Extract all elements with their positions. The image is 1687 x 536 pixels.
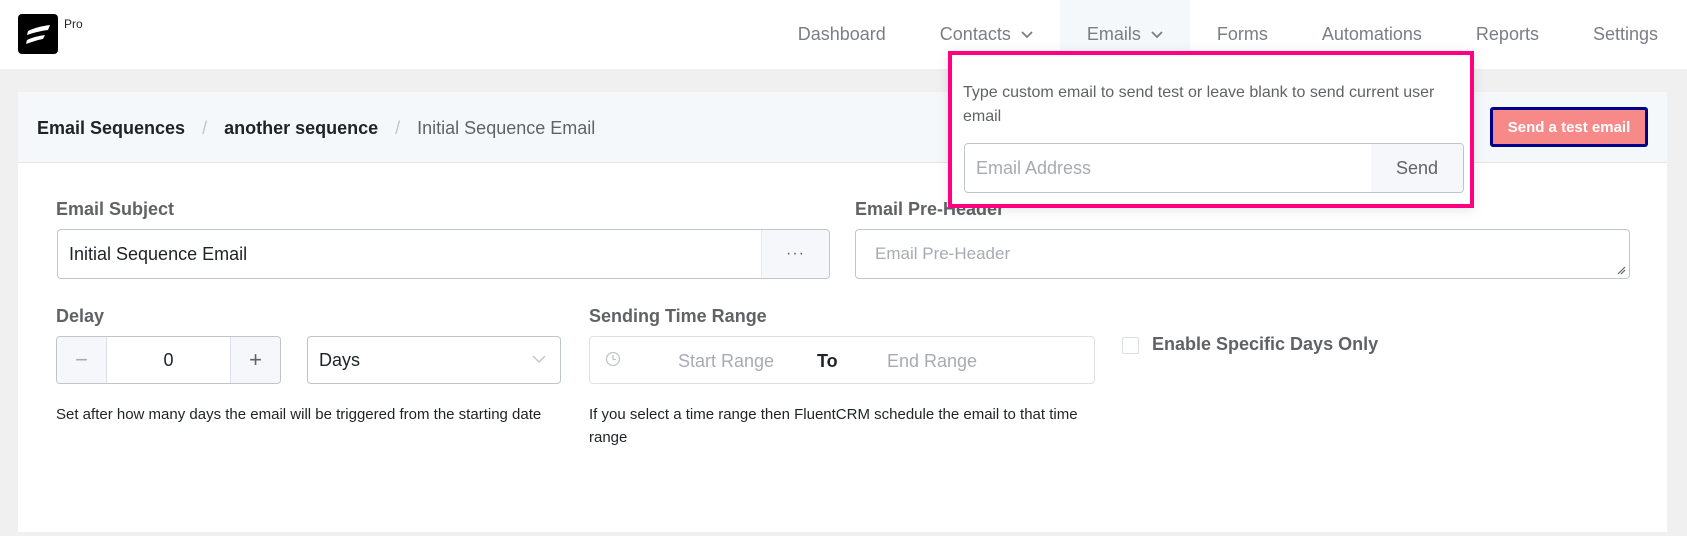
send-button[interactable]: Send [1371, 144, 1463, 192]
delay-value-input[interactable]: 0 [107, 350, 230, 371]
nav-dashboard[interactable]: Dashboard [771, 0, 913, 69]
resize-handle-icon[interactable] [1616, 265, 1626, 275]
time-range-help-text: If you select a time range then FluentCR… [589, 406, 1078, 446]
nav-label: Emails [1086, 24, 1141, 44]
breadcrumb-email-sequences[interactable]: Email Sequences [37, 118, 185, 139]
nav-settings[interactable]: Settings [1566, 0, 1687, 69]
clock-icon [605, 351, 621, 367]
chevron-down-icon [1151, 30, 1163, 38]
breadcrumb-separator: / [395, 118, 401, 138]
smartcode-more-button[interactable]: ··· [761, 230, 829, 278]
delay-stepper: − 0 + [56, 336, 281, 384]
email-subject-input[interactable]: Initial Sequence Email ··· [57, 229, 830, 279]
breadcrumb: Email Sequences / another sequence / Ini… [37, 118, 595, 139]
sending-time-range-label: Sending Time Range [589, 306, 767, 326]
chevron-down-icon [1021, 30, 1033, 38]
logo-icon [26, 25, 50, 44]
email-preheader-textarea[interactable]: Email Pre-Header [855, 229, 1630, 279]
nav-label: Settings [1592, 24, 1658, 44]
test-email-input[interactable] [965, 144, 1370, 192]
decrement-button[interactable]: − [57, 337, 107, 383]
delay-unit-select[interactable]: Days [307, 336, 561, 384]
email-subject-label: Email Subject [56, 199, 175, 219]
breadcrumb-sequence[interactable]: another sequence [224, 118, 378, 139]
more-dots-icon: ··· [786, 245, 805, 262]
delay-unit-value: Days [319, 350, 361, 370]
delay-help-text: Set after how many days the email will b… [56, 406, 542, 423]
send-test-email-popover: Type custom email to send test or leave … [948, 51, 1474, 208]
minus-icon: − [75, 347, 88, 372]
popover-description: Type custom email to send test or leave … [963, 84, 1435, 125]
delay-label: Delay [56, 306, 105, 326]
email-subject-value: Initial Sequence Email [69, 244, 248, 264]
send-test-email-button[interactable]: Send a test email [1490, 107, 1648, 147]
test-email-input-group: Send [964, 143, 1464, 193]
breadcrumb-current: Initial Sequence Email [417, 118, 596, 138]
nav-label: Forms [1216, 24, 1268, 44]
end-range-input[interactable]: End Range [887, 351, 977, 372]
enable-specific-days-label[interactable]: Enable Specific Days Only [1152, 334, 1378, 355]
plus-icon: + [249, 347, 262, 372]
nav-label: Dashboard [797, 24, 886, 44]
nav-label: Automations [1321, 24, 1422, 44]
range-separator: To [817, 351, 838, 371]
email-preheader-placeholder: Email Pre-Header [875, 244, 1011, 263]
nav-label: Reports [1475, 24, 1539, 44]
chevron-down-icon [532, 355, 546, 363]
time-range-picker[interactable]: Start Range To End Range [589, 336, 1095, 384]
breadcrumb-separator: / [202, 118, 208, 138]
start-range-input[interactable]: Start Range [678, 351, 774, 372]
enable-specific-days-checkbox[interactable] [1122, 337, 1139, 354]
nav-label: Contacts [939, 24, 1011, 44]
increment-button[interactable]: + [230, 337, 280, 383]
pro-badge: Pro [64, 17, 83, 31]
fluentcrm-logo[interactable] [18, 14, 58, 54]
